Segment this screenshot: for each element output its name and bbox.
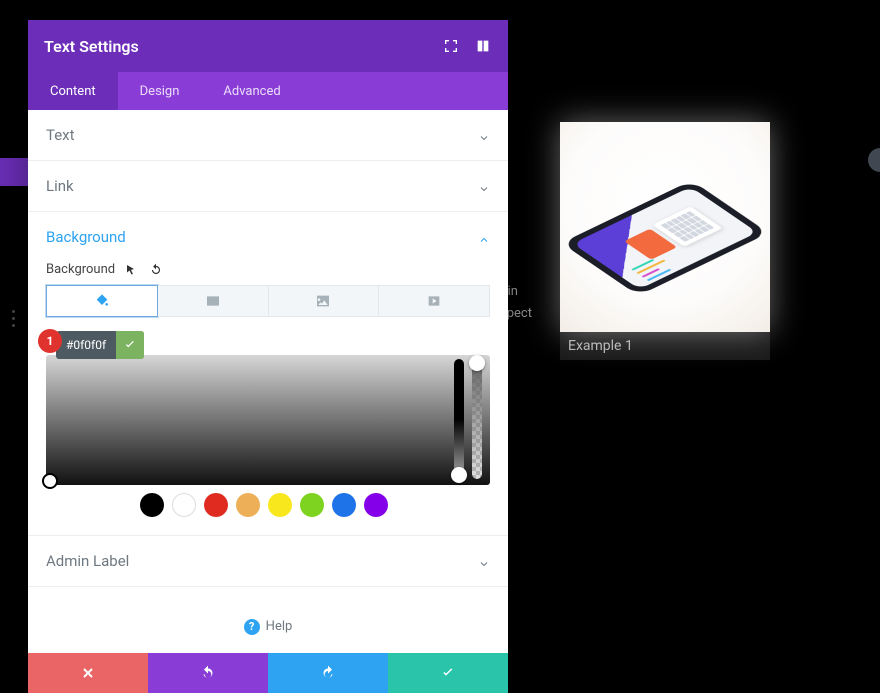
reset-icon[interactable] <box>149 263 163 277</box>
text-settings-panel: Text Settings Content Design Advanced Te… <box>28 20 508 693</box>
swatch-row <box>46 493 490 517</box>
swatch[interactable] <box>364 493 388 517</box>
swatch[interactable] <box>300 493 324 517</box>
section-admin-label[interactable]: Admin Label <box>28 536 508 587</box>
preview-caption: Example 1 <box>560 332 770 360</box>
swatch[interactable] <box>332 493 356 517</box>
bg-tab-color[interactable] <box>46 285 158 317</box>
video-icon <box>426 294 442 308</box>
tabs: Content Design Advanced <box>28 72 508 110</box>
section-title: Text <box>46 126 75 144</box>
preview-image[interactable] <box>560 122 770 332</box>
redo-button[interactable] <box>268 653 388 693</box>
cursor-icon[interactable] <box>125 263 139 277</box>
columns-icon[interactable] <box>474 37 492 55</box>
section-background: Background Background <box>28 212 508 536</box>
section-title: Link <box>46 177 74 195</box>
save-button[interactable] <box>388 653 508 693</box>
image-icon <box>315 294 331 308</box>
right-edge-handle[interactable] <box>868 148 880 172</box>
swatch[interactable] <box>204 493 228 517</box>
color-saturation-area[interactable] <box>46 355 490 485</box>
background-type-tabs <box>46 285 490 317</box>
chevron-up-icon <box>478 231 490 243</box>
swatch[interactable] <box>236 493 260 517</box>
help-link[interactable]: ? Help <box>244 619 293 635</box>
help-label: Help <box>266 619 293 634</box>
section-title: Admin Label <box>46 552 129 570</box>
chevron-down-icon <box>478 129 490 141</box>
panel-header: Text Settings <box>28 20 508 72</box>
tab-advanced[interactable]: Advanced <box>201 72 302 110</box>
focus-icon[interactable] <box>442 37 460 55</box>
bg-tab-video[interactable] <box>379 285 490 317</box>
background-label: Background <box>46 262 115 277</box>
tab-content[interactable]: Content <box>28 72 118 110</box>
preview-card: Example 1 <box>560 122 770 360</box>
alpha-handle[interactable] <box>469 355 485 371</box>
tab-design[interactable]: Design <box>118 72 202 110</box>
help-row: ? Help <box>28 587 508 653</box>
panel-footer <box>28 653 508 693</box>
swatch[interactable] <box>172 493 196 517</box>
chevron-down-icon <box>478 180 490 192</box>
bg-tab-image[interactable] <box>269 285 380 317</box>
gradient-icon <box>205 294 221 308</box>
step-badge: 1 <box>38 329 62 353</box>
swatch[interactable] <box>268 493 292 517</box>
section-link[interactable]: Link <box>28 161 508 212</box>
hex-value[interactable]: #0f0f0f <box>56 338 116 352</box>
paint-bucket-icon <box>94 294 110 308</box>
section-background-toggle[interactable]: Background <box>28 212 508 262</box>
section-text[interactable]: Text <box>28 110 508 161</box>
cancel-button[interactable] <box>28 653 148 693</box>
help-icon: ? <box>244 619 260 635</box>
section-title: Background <box>46 228 126 246</box>
panel-title: Text Settings <box>44 37 139 56</box>
chevron-down-icon <box>478 555 490 567</box>
swatch[interactable] <box>140 493 164 517</box>
hex-input-row: #0f0f0f <box>56 331 144 359</box>
hue-slider[interactable] <box>454 359 464 479</box>
hue-handle[interactable] <box>451 467 467 483</box>
undo-button[interactable] <box>148 653 268 693</box>
alpha-slider[interactable] <box>472 359 482 479</box>
bg-tab-gradient[interactable] <box>158 285 269 317</box>
confirm-color-button[interactable] <box>116 331 144 359</box>
